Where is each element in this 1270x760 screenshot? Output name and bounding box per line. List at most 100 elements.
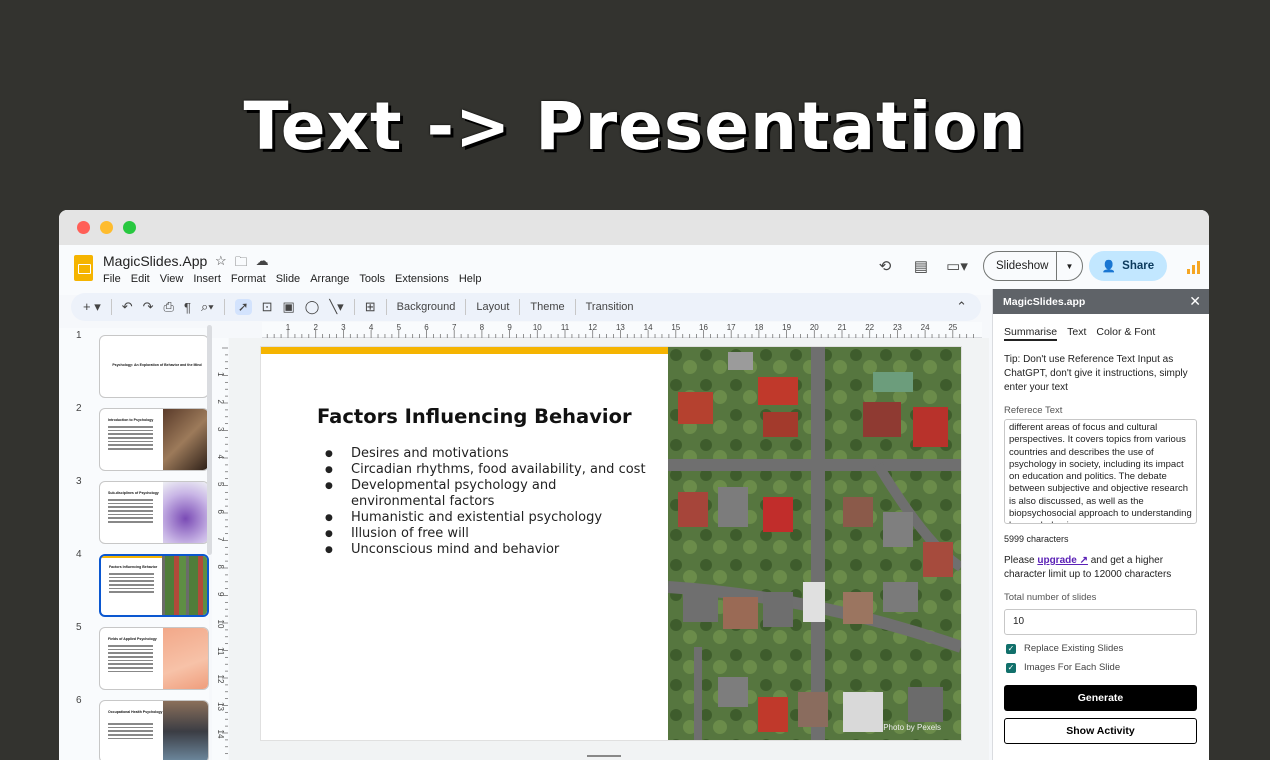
- comments-icon[interactable]: ▤: [903, 257, 939, 275]
- slide-thumbnail-5[interactable]: Fields of Applied Psychology: [99, 627, 209, 690]
- slides-logo-icon[interactable]: [74, 255, 93, 281]
- add-comment-icon[interactable]: ⊞: [365, 299, 376, 315]
- toolbar: + ▾ ↶ ↷ ⎙ ¶ ⌕▾ ➚ ⊡ ▣ ◯ ╲▾ ⊞ Background L…: [71, 293, 981, 321]
- ruler-label: 7: [216, 537, 225, 542]
- character-count: 5999 characters: [1004, 534, 1069, 544]
- ruler-label: 13: [216, 702, 225, 711]
- aerial-neighborhood-photo[interactable]: [668, 347, 961, 740]
- image-icon[interactable]: ▣: [283, 299, 295, 315]
- move-folder-icon[interactable]: 🗀: [235, 253, 248, 275]
- background-button[interactable]: Background: [397, 301, 456, 313]
- ruler-label: 7: [452, 323, 457, 332]
- menu-tools[interactable]: Tools: [359, 273, 385, 285]
- menu-extensions[interactable]: Extensions: [395, 273, 449, 285]
- collapse-chevron-icon[interactable]: ⌃: [956, 299, 967, 315]
- slide-number: 3: [76, 476, 82, 487]
- replace-existing-label: Replace Existing Slides: [1024, 643, 1124, 654]
- redo-icon[interactable]: ↷: [143, 299, 154, 315]
- menu-file[interactable]: File: [103, 273, 121, 285]
- select-icon[interactable]: ➚: [234, 299, 252, 315]
- bullet-item: Developmental psychology and environment…: [325, 478, 651, 510]
- slide-number: 6: [76, 695, 82, 706]
- thumb-title: Fields of Applied Psychology: [108, 637, 157, 641]
- share-button[interactable]: 👤 Share: [1089, 251, 1167, 281]
- slide-thumbnail-2[interactable]: Introduction to Psychology: [99, 408, 209, 471]
- menu-insert[interactable]: Insert: [193, 273, 221, 285]
- slide-filmstrip: 1 Psychology: An Exploration of Behavior…: [59, 328, 209, 760]
- theme-button[interactable]: Theme: [530, 301, 564, 313]
- images-each-slide-label: Images For Each Slide: [1024, 662, 1121, 673]
- close-icon[interactable]: ✕: [1189, 293, 1201, 310]
- ruler-label: 12: [588, 323, 597, 332]
- reference-text-label: Referece Text: [1004, 405, 1063, 416]
- ruler-label: 8: [216, 565, 225, 570]
- ruler-label: 19: [782, 323, 791, 332]
- shape-icon[interactable]: ◯: [305, 299, 320, 315]
- menu-arrange[interactable]: Arrange: [310, 273, 349, 285]
- minimize-window-button[interactable]: [100, 221, 113, 234]
- share-label: Share: [1122, 260, 1155, 272]
- layout-button[interactable]: Layout: [476, 301, 509, 313]
- slide-title[interactable]: Factors Influencing Behavior: [317, 405, 632, 428]
- magicslides-addon-icon[interactable]: [1179, 258, 1209, 274]
- tip-text: Tip: Don't use Reference Text Input as C…: [1004, 354, 1188, 393]
- document-title[interactable]: MagicSlides.App: [103, 253, 207, 269]
- window-titlebar: [59, 210, 1209, 245]
- thumb-image: [163, 628, 208, 689]
- images-each-slide-checkbox[interactable]: ✓ Images For Each Slide: [993, 654, 1209, 673]
- thumb-image: [163, 409, 208, 470]
- cloud-status-icon[interactable]: ☁: [256, 253, 269, 275]
- replace-existing-checkbox[interactable]: ✓ Replace Existing Slides: [993, 635, 1209, 654]
- ruler-label: 21: [838, 323, 847, 332]
- ruler-label: 13: [616, 323, 625, 332]
- menu-view[interactable]: View: [160, 273, 184, 285]
- transition-button[interactable]: Transition: [586, 301, 634, 313]
- slide-thumbnail-1[interactable]: Psychology: An Exploration of Behavior a…: [99, 335, 209, 398]
- zoom-icon[interactable]: ⌕▾: [201, 299, 214, 315]
- star-icon[interactable]: ☆: [215, 253, 227, 275]
- undo-icon[interactable]: ↶: [122, 299, 133, 315]
- generate-button[interactable]: Generate: [1004, 685, 1197, 711]
- print-icon[interactable]: ⎙: [164, 299, 174, 315]
- reference-text-input[interactable]: different areas of focus and cultural pe…: [1004, 419, 1197, 524]
- chevron-down-icon[interactable]: ▼: [1057, 262, 1082, 271]
- checkbox-checked-icon[interactable]: ✓: [1006, 662, 1016, 673]
- hero-title: Text -> Presentation: [243, 88, 1027, 165]
- total-slides-input[interactable]: 10: [1004, 609, 1197, 635]
- meet-camera-icon[interactable]: ▭▾: [939, 257, 975, 275]
- tab-summarise[interactable]: Summarise: [1004, 326, 1058, 341]
- ruler-label: 11: [561, 323, 570, 332]
- bullet-list[interactable]: Desires and motivations Circadian rhythm…: [325, 446, 651, 558]
- upgrade-link[interactable]: upgrade ↗: [1037, 555, 1088, 566]
- ruler-label: 5: [216, 482, 225, 487]
- checkbox-checked-icon[interactable]: ✓: [1006, 643, 1016, 654]
- ruler-label: 20: [810, 323, 819, 332]
- slideshow-label[interactable]: Slideshow: [984, 252, 1057, 280]
- paint-format-icon[interactable]: ¶: [184, 300, 191, 315]
- version-history-icon[interactable]: ⟲: [867, 257, 903, 275]
- menu-bar: File Edit View Insert Format Slide Arran…: [103, 273, 481, 285]
- slide-canvas[interactable]: Factors Influencing Behavior Desires and…: [229, 338, 989, 760]
- tab-color-font[interactable]: Color & Font: [1096, 326, 1155, 341]
- menu-edit[interactable]: Edit: [131, 273, 150, 285]
- line-icon[interactable]: ╲▾: [329, 299, 343, 315]
- speaker-notes-handle[interactable]: [587, 755, 621, 757]
- current-slide[interactable]: Factors Influencing Behavior Desires and…: [261, 347, 961, 740]
- maximize-window-button[interactable]: [123, 221, 136, 234]
- slide-thumbnail-6[interactable]: Occupational Health Psychology: [99, 700, 209, 760]
- ruler-label: 9: [507, 323, 512, 332]
- text-box-icon[interactable]: ⊡: [262, 299, 273, 315]
- new-slide-icon[interactable]: + ▾: [83, 299, 101, 315]
- slideshow-button[interactable]: Slideshow ▼: [983, 251, 1083, 281]
- menu-help[interactable]: Help: [459, 273, 482, 285]
- menu-slide[interactable]: Slide: [276, 273, 300, 285]
- slide-number: 4: [76, 549, 82, 560]
- ruler-label: 10: [533, 323, 542, 332]
- show-activity-button[interactable]: Show Activity: [1004, 718, 1197, 744]
- menu-format[interactable]: Format: [231, 273, 266, 285]
- tab-text[interactable]: Text: [1067, 326, 1086, 341]
- slide-thumbnail-3[interactable]: Sub-disciplines of Psychology: [99, 481, 209, 544]
- slide-thumbnail-4[interactable]: Factors Influencing Behavior: [99, 554, 209, 617]
- panel-title: MagicSlides.app: [1003, 295, 1086, 308]
- close-window-button[interactable]: [77, 221, 90, 234]
